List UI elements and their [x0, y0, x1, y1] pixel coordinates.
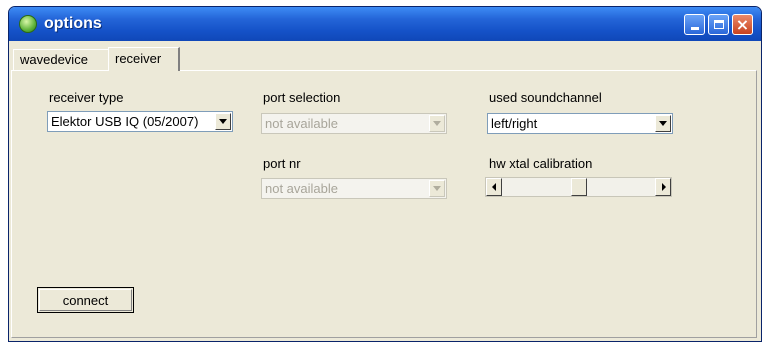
receiver-type-label: receiver type: [49, 90, 124, 105]
soundchannel-label: used soundchannel: [489, 90, 602, 105]
close-icon: ×: [735, 14, 750, 34]
port-nr-label: port nr: [263, 156, 301, 171]
port-selection-label: port selection: [263, 90, 341, 105]
slider-thumb[interactable]: [570, 178, 587, 196]
options-window: options × wavedevice receiver receiver t…: [8, 6, 762, 342]
chevron-down-icon[interactable]: [215, 113, 231, 130]
close-button[interactable]: ×: [732, 14, 753, 35]
maximize-button[interactable]: [708, 14, 729, 35]
app-icon[interactable]: [19, 15, 37, 33]
arrow-right-icon[interactable]: [655, 178, 671, 196]
minimize-icon: [690, 27, 699, 30]
maximize-icon: [713, 20, 724, 29]
window-title: options: [44, 15, 102, 32]
xtal-calibration-label: hw xtal calibration: [489, 156, 593, 171]
chevron-down-icon[interactable]: [429, 115, 445, 132]
port-nr-value: not available: [265, 181, 338, 196]
soundchannel-value: left/right: [491, 116, 538, 131]
port-selection-value: not available: [265, 116, 338, 131]
tab-receiver[interactable]: receiver: [108, 47, 180, 71]
title-bar[interactable]: options ×: [9, 7, 761, 41]
chevron-down-icon[interactable]: [429, 180, 445, 197]
soundchannel-select[interactable]: left/right: [487, 113, 673, 134]
port-nr-select[interactable]: not available: [261, 178, 447, 199]
xtal-calibration-slider[interactable]: [485, 177, 672, 197]
minimize-button[interactable]: [684, 14, 705, 35]
port-selection-select[interactable]: not available: [261, 113, 447, 134]
tab-wavedevice[interactable]: wavedevice: [13, 49, 108, 71]
arrow-left-icon[interactable]: [486, 178, 502, 196]
connect-button[interactable]: connect: [37, 287, 134, 313]
receiver-type-select[interactable]: Elektor USB IQ (05/2007): [47, 111, 233, 132]
connect-button-label: connect: [39, 289, 132, 311]
chevron-down-icon[interactable]: [655, 115, 671, 132]
receiver-type-value: Elektor USB IQ (05/2007): [51, 114, 199, 129]
